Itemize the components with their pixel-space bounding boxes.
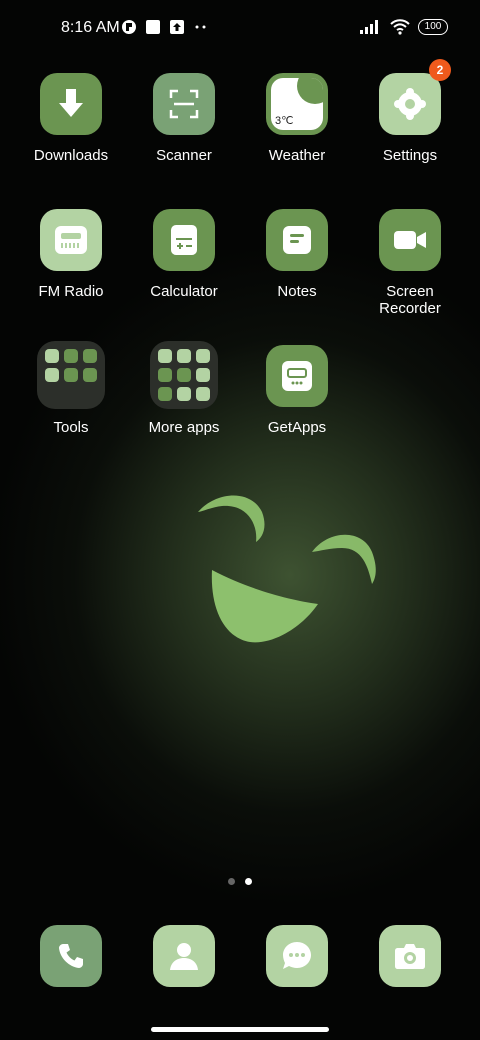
more-notifications-icon (195, 25, 206, 29)
dock-messages[interactable] (266, 925, 328, 987)
status-indicators: 100 (360, 19, 448, 35)
weather-temperature: 3℃ (275, 115, 294, 127)
calculator-icon[interactable] (153, 209, 215, 271)
gear-icon[interactable]: 2 (379, 59, 451, 135)
folder-more-apps[interactable]: More apps (128, 341, 240, 436)
dock-camera[interactable] (379, 925, 441, 987)
app-notification-icon (122, 20, 136, 34)
image-notification-icon (146, 20, 160, 34)
folder-tools[interactable]: Tools (15, 341, 127, 436)
app-label: GetApps (267, 419, 327, 436)
app-scanner[interactable]: Scanner (128, 73, 240, 164)
weather-icon[interactable]: 3℃ (266, 73, 328, 135)
app-label: Scanner (156, 147, 212, 164)
app-downloads[interactable]: Downloads (15, 73, 127, 164)
folder-icon[interactable] (37, 341, 105, 409)
app-label: Screen Recorder (354, 283, 466, 317)
app-weather[interactable]: 3℃ Weather (241, 73, 353, 164)
app-getapps[interactable]: GetApps (241, 345, 353, 436)
download-icon[interactable] (40, 73, 102, 135)
phone-icon (59, 944, 83, 968)
dock-phone[interactable] (40, 925, 102, 987)
clock: 8:16 AM (61, 19, 120, 36)
page-indicator (228, 878, 252, 885)
app-label: More apps (148, 419, 220, 436)
app-notes[interactable]: Notes (241, 209, 353, 300)
notes-icon[interactable] (266, 209, 328, 271)
page-dot[interactable] (228, 878, 235, 885)
app-label: FM Radio (38, 283, 104, 300)
home-gesture-bar[interactable] (151, 1027, 329, 1032)
notification-badge: 2 (429, 59, 451, 81)
app-settings[interactable]: 2 Settings (354, 59, 466, 164)
app-label: Tools (53, 419, 89, 436)
scanner-icon[interactable] (153, 73, 215, 135)
notification-icons (121, 19, 209, 35)
status-bar: 8:16 AM 100 (0, 0, 480, 56)
dock-contacts[interactable] (153, 925, 215, 987)
app-label: Weather (268, 147, 326, 164)
video-camera-icon[interactable] (379, 209, 441, 271)
messages-icon (283, 942, 311, 969)
cellular-signal-icon (360, 20, 378, 34)
app-label: Settings (382, 147, 438, 164)
app-fm-radio[interactable]: FM Radio (15, 209, 127, 300)
camera-icon (395, 944, 425, 969)
upload-notification-icon (170, 20, 184, 34)
contacts-icon (170, 943, 198, 970)
battery-indicator: 100 (418, 19, 448, 35)
wifi-icon (390, 19, 410, 35)
page-dot-active[interactable] (245, 878, 252, 885)
app-label-line: Recorder (379, 300, 441, 317)
getapps-icon[interactable] (266, 345, 328, 407)
app-label: Notes (277, 283, 317, 300)
app-calculator[interactable]: Calculator (128, 209, 240, 300)
app-label: Downloads (33, 147, 109, 164)
app-screen-recorder[interactable]: Screen Recorder (354, 209, 466, 317)
app-label-line: Screen (386, 283, 434, 300)
radio-icon[interactable] (40, 209, 102, 271)
folder-icon[interactable] (150, 341, 218, 409)
app-label: Calculator (150, 283, 218, 300)
